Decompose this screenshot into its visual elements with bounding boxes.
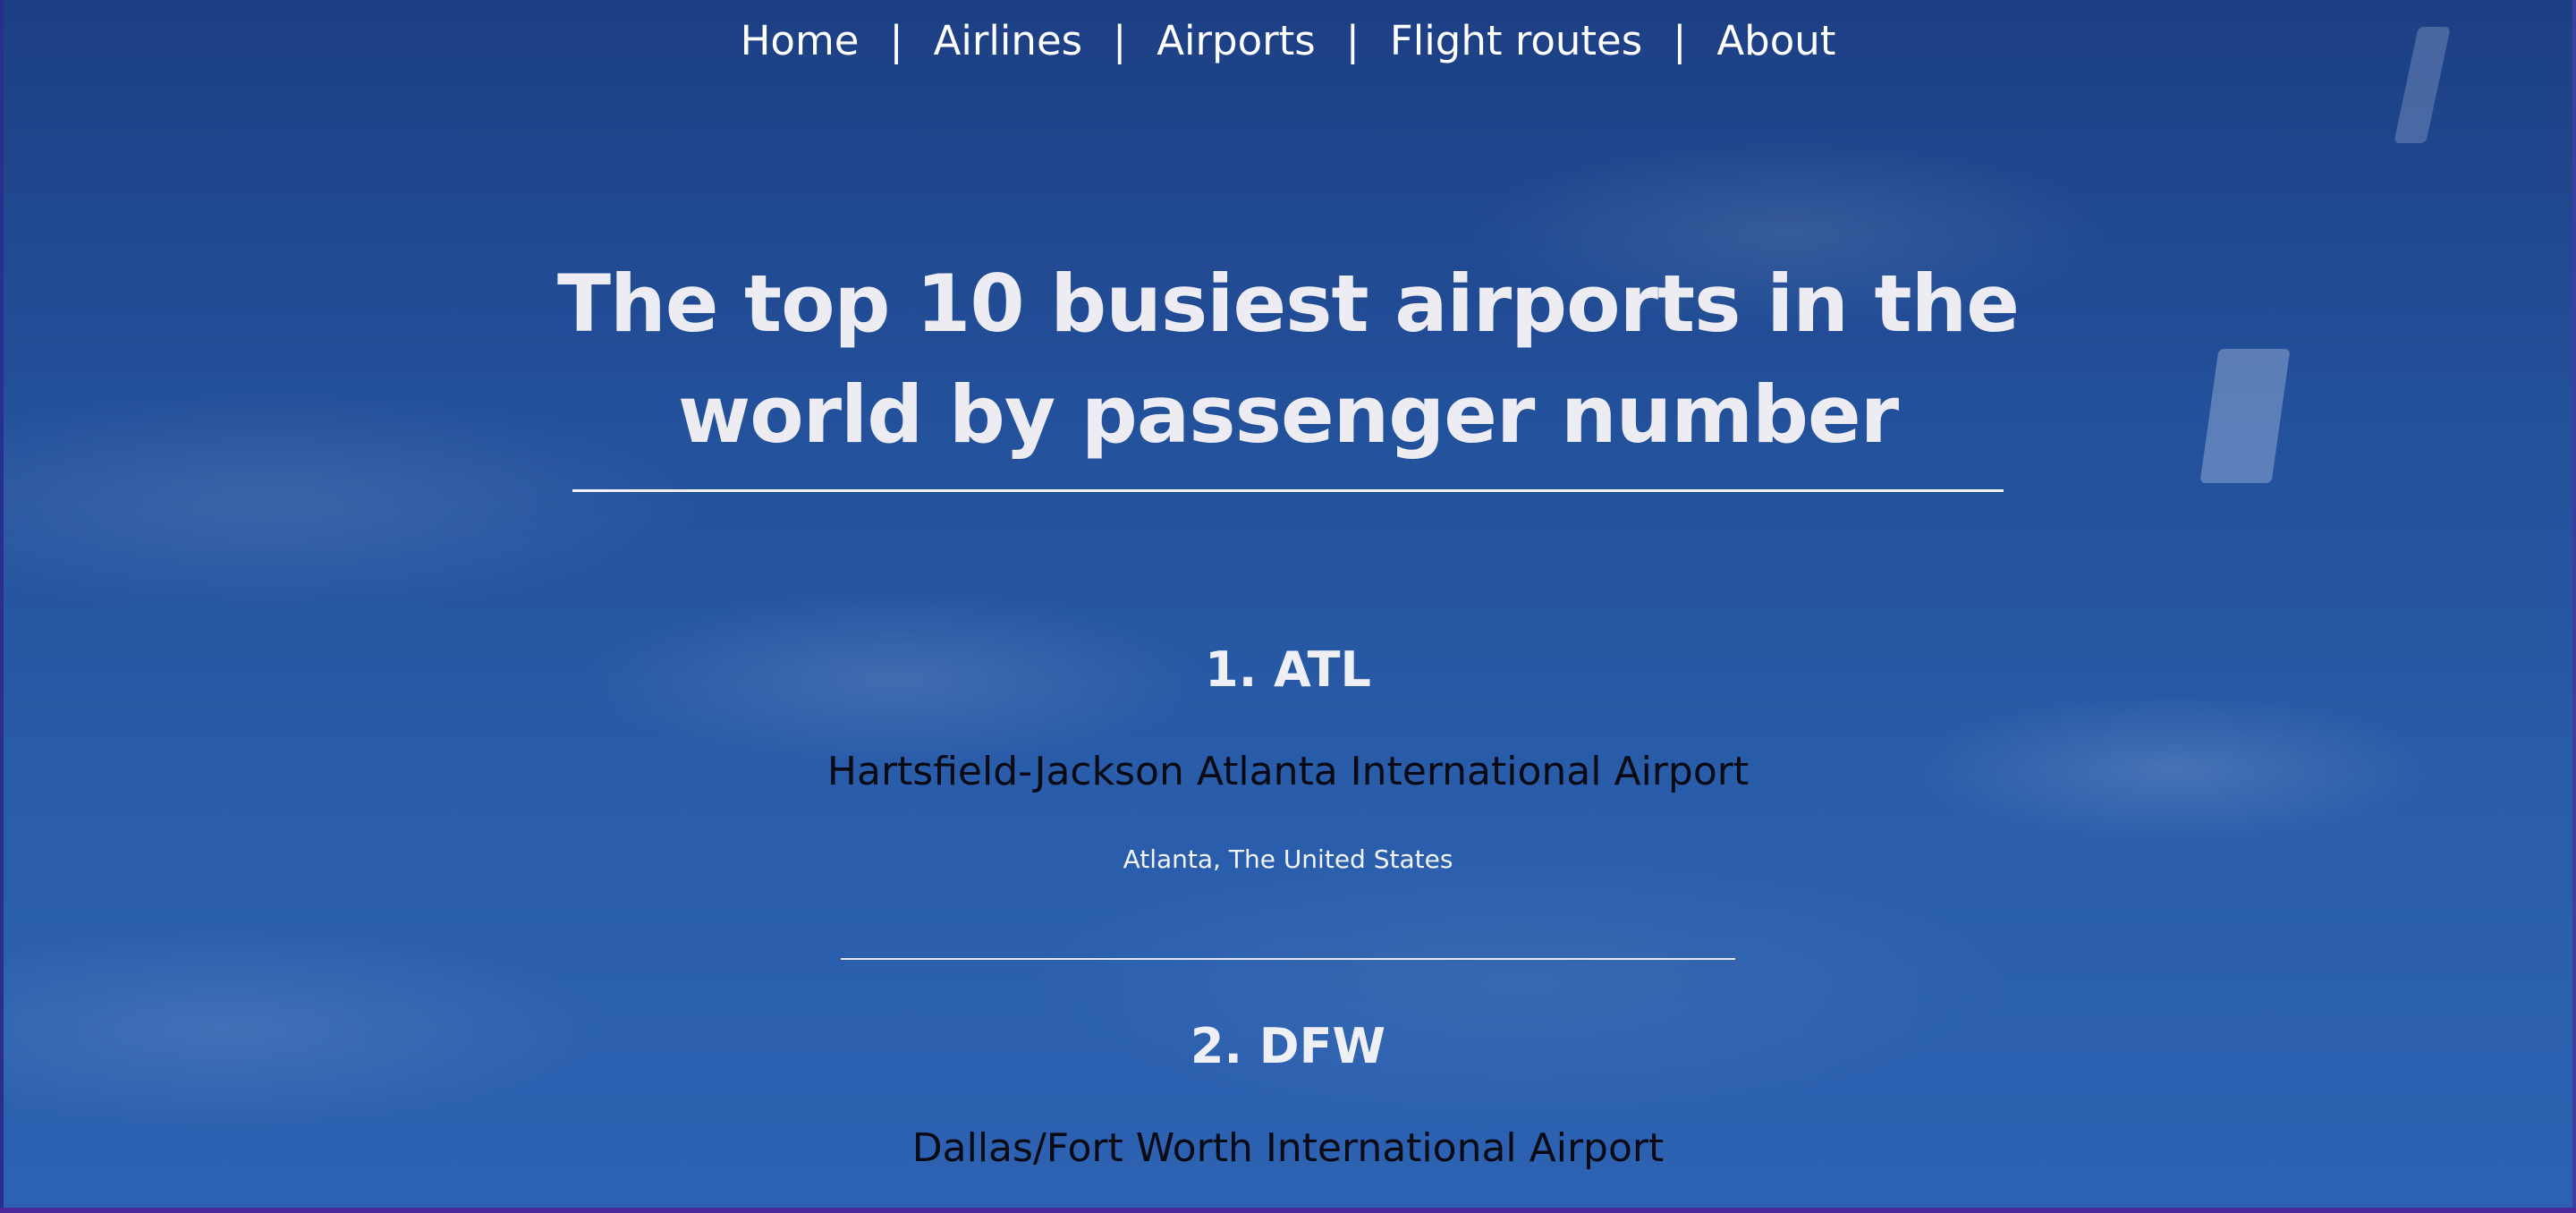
airport-name: Hartsfield-Jackson Atlanta International… xyxy=(826,749,1750,794)
page-title-line-1: The top 10 busiest airports in the xyxy=(557,258,2020,350)
airport-name: Dallas/Fort Worth International Airport xyxy=(911,1125,1665,1171)
airport-location: Atlanta, The United States xyxy=(1123,844,1453,874)
title-divider xyxy=(572,489,2004,492)
page-title-line-2: world by passenger number xyxy=(677,369,1899,461)
page-title: The top 10 busiest airports in the world… xyxy=(537,249,2039,471)
airport-rank-code: 1. ATL xyxy=(1205,641,1371,698)
airport-rank-code: 2. DFW xyxy=(1190,1018,1386,1074)
main-content: The top 10 busiest airports in the world… xyxy=(0,0,2576,1213)
entry-divider xyxy=(841,958,1735,960)
